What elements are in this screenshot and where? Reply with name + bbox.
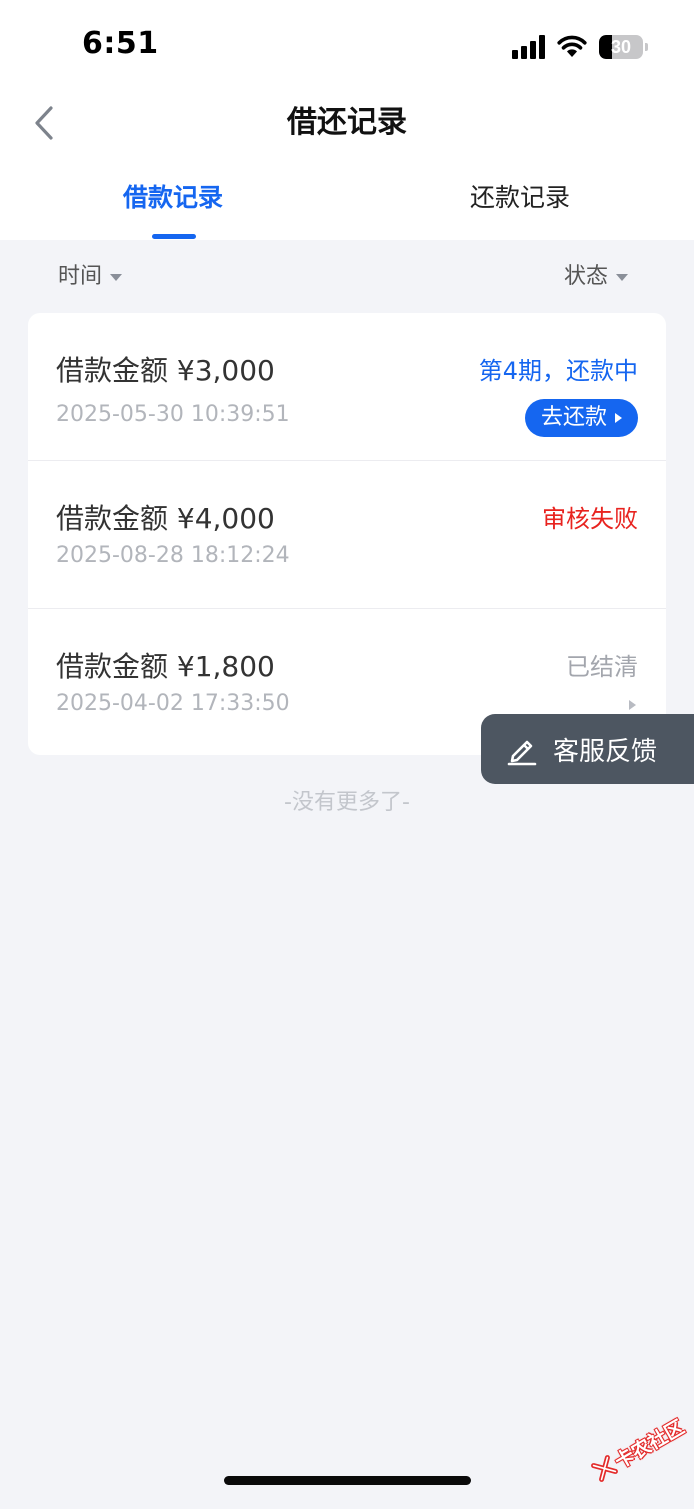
- loan-time: 2025-05-30 10:39:51: [56, 402, 290, 427]
- loan-status: 第4期，还款中: [478, 357, 638, 385]
- home-indicator: [224, 1476, 471, 1485]
- feedback-label: 客服反馈: [553, 736, 658, 767]
- battery-percent: 30: [610, 37, 632, 57]
- status-icons: 30: [512, 32, 648, 62]
- tab-loan-records[interactable]: 借款记录: [123, 178, 223, 218]
- loan-amount: 借款金额 ¥3,000: [56, 354, 275, 387]
- repay-button-label: 去还款: [540, 405, 607, 430]
- no-more-indicator: -没有更多了-: [284, 790, 410, 815]
- active-tab-indicator: [152, 234, 196, 239]
- loan-records-list: 借款金额 ¥3,000 2025-05-30 10:39:51 第4期，还款中 …: [28, 313, 666, 755]
- row-arrow-icon: [629, 700, 636, 710]
- cellular-signal-icon: [512, 35, 545, 59]
- caret-down-icon: [110, 273, 123, 281]
- loan-record-row[interactable]: 借款金额 ¥3,000 2025-05-30 10:39:51 第4期，还款中 …: [28, 313, 666, 460]
- loan-record-row[interactable]: 借款金额 ¥4,000 2025-08-28 18:12:24 审核失败: [28, 460, 666, 608]
- status-filter[interactable]: 状态: [564, 260, 628, 294]
- time-filter[interactable]: 时间: [58, 260, 123, 294]
- loan-amount: 借款金额 ¥4,000: [56, 502, 275, 535]
- battery-icon: 30: [599, 35, 643, 59]
- watermark: 卡农社区: [575, 1387, 694, 1508]
- customer-feedback-button[interactable]: 客服反馈: [481, 714, 694, 784]
- loan-time: 2025-04-02 17:33:50: [56, 691, 290, 716]
- page-title: 借还记录: [287, 105, 407, 140]
- caret-down-icon: [616, 273, 628, 281]
- loan-time: 2025-08-28 18:12:24: [56, 543, 290, 568]
- play-arrow-icon: [615, 413, 622, 423]
- status-filter-label: 状态: [563, 264, 608, 289]
- time-filter-label: 时间: [58, 264, 103, 289]
- status-time: 6:51: [82, 26, 159, 61]
- loan-status: 已结清: [566, 653, 638, 681]
- battery-cap: [645, 43, 648, 51]
- loan-status: 审核失败: [542, 505, 638, 533]
- repay-button[interactable]: 去还款: [524, 399, 638, 437]
- wifi-icon: [557, 35, 587, 57]
- tab-repayment-records[interactable]: 还款记录: [470, 178, 570, 218]
- loan-amount: 借款金额 ¥1,800: [56, 650, 275, 683]
- pencil-icon: [507, 740, 537, 766]
- watermark-text: 卡农社区: [611, 1415, 688, 1473]
